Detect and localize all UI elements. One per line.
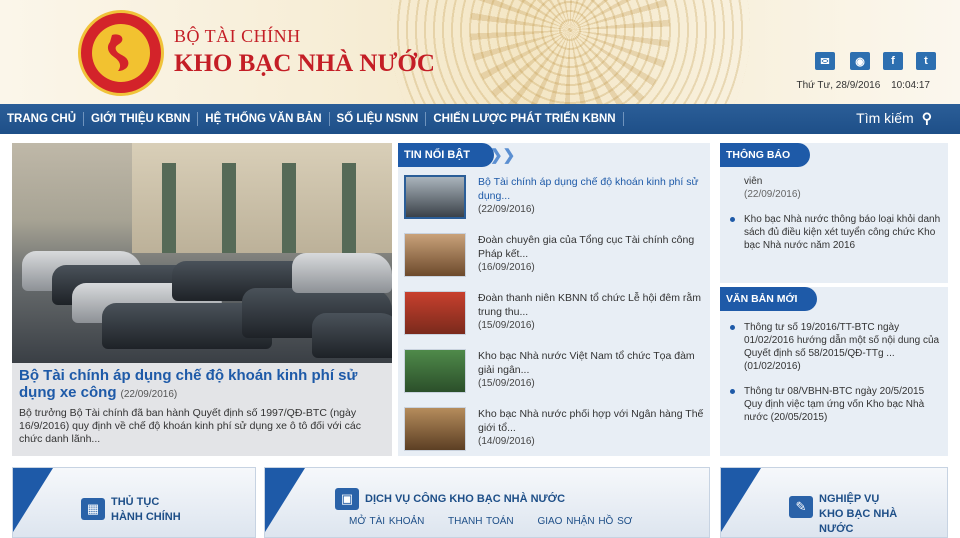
main-navigation: TRANG CHỦ GIỚI THIỆU KBNN HỆ THỐNG VĂN B…: [0, 104, 960, 134]
news-thumbnail: [404, 349, 466, 393]
news-title[interactable]: Đoàn thanh niên KBNN tổ chức Lễ hội đêm …: [478, 291, 704, 319]
featured-photo: [12, 143, 392, 363]
admin-procedures-panel[interactable]: ▦ THỦ TỤC HÀNH CHÍNH: [12, 467, 256, 538]
news-item[interactable]: Kho bạc Nhà nước phối hợp với Ngân hàng …: [404, 407, 704, 463]
panel-corner: [13, 468, 53, 532]
announcement-partial[interactable]: viên (22/09/2016): [720, 175, 948, 201]
news-date: (15/09/2016): [478, 320, 535, 331]
news-thumbnail: [404, 291, 466, 335]
announcement-item[interactable]: Kho bạc Nhà nước thông báo loại khỏi dan…: [720, 213, 948, 252]
nav-item-about[interactable]: GIỚI THIỆU KBNN: [84, 112, 199, 126]
search-icon[interactable]: ⚲: [922, 110, 932, 126]
search-label[interactable]: Tìm kiếm: [856, 110, 914, 126]
news-thumbnail: [404, 175, 466, 219]
documents-heading[interactable]: VĂN BẢN MỚI: [720, 287, 818, 311]
site-name: KHO BẠC NHÀ NƯỚC: [174, 50, 435, 77]
panel-corner: [265, 468, 305, 532]
news-item[interactable]: Bộ Tài chính áp dụng chế độ khoán kinh p…: [404, 175, 704, 231]
search-box[interactable]: Tìm kiếm ⚲: [856, 110, 932, 127]
double-chevron-icon: ❯❯: [490, 147, 516, 164]
bronze-drum-pattern: [470, 0, 670, 104]
featured-description: Bộ trưởng Bộ Tài chính đã ban hành Quyết…: [19, 407, 361, 445]
site-logo[interactable]: [78, 10, 164, 96]
news-header: TIN NỔI BẬT ❯❯: [398, 143, 710, 167]
logo-emblem-icon: [92, 24, 150, 82]
featured-slide[interactable]: Bộ Tài chính áp dụng chế độ khoán kinh p…: [12, 143, 392, 456]
news-date: (16/09/2016): [478, 262, 535, 273]
link-document-exchange[interactable]: GIAO NHẬN HỒ SƠ: [537, 516, 632, 527]
public-services-title[interactable]: DỊCH VỤ CÔNG KHO BẠC NHÀ NƯỚC: [365, 492, 565, 507]
site-header: BỘ TÀI CHÍNH KHO BẠC NHÀ NƯỚC ✉ ◉ f t Th…: [0, 0, 960, 104]
document-item[interactable]: Thông tư số 19/2016/TT-BTC ngày 01/02/20…: [720, 321, 948, 373]
news-thumbnail: [404, 233, 466, 277]
treasury-operations-title[interactable]: NGHIỆP VỤ KHO BẠC NHÀ NƯỚC: [819, 492, 897, 537]
admin-procedures-title[interactable]: THỦ TỤC HÀNH CHÍNH: [111, 495, 181, 525]
mail-icon[interactable]: ✉: [815, 52, 835, 70]
public-services-links: MỞ TÀI KHOẢN THANH TOÁN GIAO NHẬN HỒ SƠ: [349, 516, 652, 527]
current-date: Thứ Tư, 28/9/2016: [796, 80, 881, 91]
bullet-icon: [730, 217, 735, 222]
current-time: 10:04:17: [891, 80, 930, 91]
news-title[interactable]: Bộ Tài chính áp dụng chế độ khoán kinh p…: [478, 175, 704, 203]
news-date: (14/09/2016): [478, 436, 535, 447]
link-payment[interactable]: THANH TOÁN: [448, 516, 514, 527]
bullet-icon: [730, 325, 735, 330]
rss-icon[interactable]: ◉: [850, 52, 870, 70]
announcements-header: THÔNG BÁO: [720, 143, 948, 167]
nav-item-strategy[interactable]: CHIẾN LƯỢC PHÁT TRIỂN KBNN: [426, 112, 624, 126]
document-item[interactable]: Thông tư 08/VBHN-BTC ngày 20/5/2015 Quy …: [720, 385, 948, 424]
link-open-account[interactable]: MỞ TÀI KHOẢN: [349, 516, 424, 527]
news-item[interactable]: Đoàn thanh niên KBNN tổ chức Lễ hội đêm …: [404, 291, 704, 347]
featured-date: (22/09/2016): [120, 389, 178, 400]
document-edit-icon: ✎: [789, 496, 813, 518]
nav-item-budget-data[interactable]: SỐ LIỆU NSNN: [330, 112, 427, 126]
news-thumbnail: [404, 407, 466, 451]
panel-corner: [721, 468, 761, 532]
treasury-operations-panel[interactable]: ✎ NGHIỆP VỤ KHO BẠC NHÀ NƯỚC: [720, 467, 948, 538]
new-documents-box: VĂN BẢN MỚI Thông tư số 19/2016/TT-BTC n…: [720, 287, 948, 456]
announcements-heading[interactable]: THÔNG BÁO: [720, 143, 811, 167]
news-item[interactable]: Kho bạc Nhà nước Việt Nam tổ chức Tọa đà…: [404, 349, 704, 405]
documents-header: VĂN BẢN MỚI: [720, 287, 948, 311]
vietnam-map-icon: [107, 34, 129, 71]
nav-item-documents[interactable]: HỆ THỐNG VĂN BẢN: [198, 112, 330, 126]
news-date: (22/09/2016): [478, 204, 535, 215]
date-time: Thứ Tư, 28/9/2016 10:04:17: [788, 80, 930, 91]
news-heading[interactable]: TIN NỔI BẬT: [398, 143, 494, 167]
featured-caption: Bộ Tài chính áp dụng chế độ khoán kinh p…: [12, 363, 392, 456]
bullet-icon: [730, 389, 735, 394]
facebook-icon[interactable]: f: [883, 52, 903, 70]
building-image: [132, 143, 392, 253]
nav-item-home[interactable]: TRANG CHỦ: [0, 112, 84, 126]
news-title[interactable]: Kho bạc Nhà nước phối hợp với Ngân hàng …: [478, 407, 704, 435]
twitter-icon[interactable]: t: [916, 52, 936, 70]
news-title[interactable]: Đoàn chuyên gia của Tổng cục Tài chính c…: [478, 233, 704, 261]
featured-title[interactable]: Bộ Tài chính áp dụng chế độ khoán kinh p…: [19, 367, 385, 403]
news-date: (15/09/2016): [478, 378, 535, 389]
public-services-panel[interactable]: ▣ DỊCH VỤ CÔNG KHO BẠC NHÀ NƯỚC MỞ TÀI K…: [264, 467, 710, 538]
ministry-name: BỘ TÀI CHÍNH: [174, 26, 301, 46]
briefcase-icon: ▣: [335, 488, 359, 510]
announcements-box: THÔNG BÁO viên (22/09/2016) Kho bạc Nhà …: [720, 143, 948, 283]
news-item[interactable]: Đoàn chuyên gia của Tổng cục Tài chính c…: [404, 233, 704, 289]
news-title[interactable]: Kho bạc Nhà nước Việt Nam tổ chức Tọa đà…: [478, 349, 704, 377]
calendar-icon: ▦: [81, 498, 105, 520]
highlight-news: TIN NỔI BẬT ❯❯ Bộ Tài chính áp dụng chế …: [398, 143, 710, 456]
